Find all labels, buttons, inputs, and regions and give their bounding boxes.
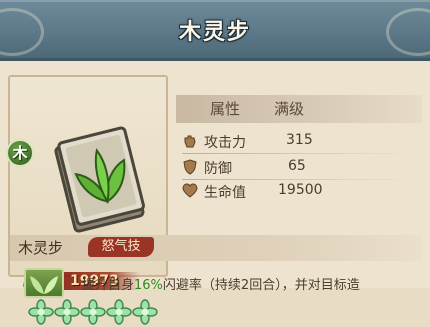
stat-row-defense: 防御 65 xyxy=(182,157,422,179)
skill-description: 提升自身16%闪避率（持续2回合），并对目标造 xyxy=(82,274,360,293)
star-icon xyxy=(28,299,54,325)
skill-type-tag: 怒气技 xyxy=(88,237,154,257)
star-rating xyxy=(28,299,158,327)
skill-header-bar xyxy=(10,235,422,261)
star-icon xyxy=(132,299,158,325)
stat-divider xyxy=(182,153,417,154)
skill-desc-highlight: 16% xyxy=(134,278,163,293)
leaf-icon xyxy=(30,276,58,294)
stats-header-level: 满级 xyxy=(274,100,305,118)
star-icon xyxy=(106,299,132,325)
skill-desc-part: 闪避率（持续2回合），并对目标造 xyxy=(162,278,360,293)
info-panel: 木 战力 19973 xyxy=(0,61,430,325)
stat-divider xyxy=(182,179,417,180)
stat-value: 315 xyxy=(286,132,313,148)
star-icon xyxy=(54,299,80,325)
stat-value: 19500 xyxy=(278,182,323,198)
stat-label: 攻击力 xyxy=(204,135,246,151)
leaf-skill-icon[interactable] xyxy=(24,268,64,298)
stat-label: 防御 xyxy=(204,161,232,177)
stats-header-attr: 属性 xyxy=(210,100,241,118)
shield-icon xyxy=(183,159,197,175)
stat-value: 65 xyxy=(288,158,306,174)
stat-row-hp: 生命值 19500 xyxy=(182,181,422,203)
title-bar: 木灵步 xyxy=(0,0,430,61)
stat-row-attack: 攻击力 315 xyxy=(182,131,422,153)
leaf-book-icon xyxy=(54,126,145,233)
stats-header: 属性 满级 xyxy=(176,95,422,123)
element-badge: 木 xyxy=(6,139,34,167)
page-title: 木灵步 xyxy=(178,20,251,45)
skill-desc-part: 提升自身 xyxy=(82,278,135,293)
attack-fist-icon xyxy=(184,135,196,148)
star-icon xyxy=(80,299,106,325)
heart-icon xyxy=(182,183,198,198)
stat-label: 生命值 xyxy=(204,185,246,201)
skill-name: 木灵步 xyxy=(18,239,64,257)
